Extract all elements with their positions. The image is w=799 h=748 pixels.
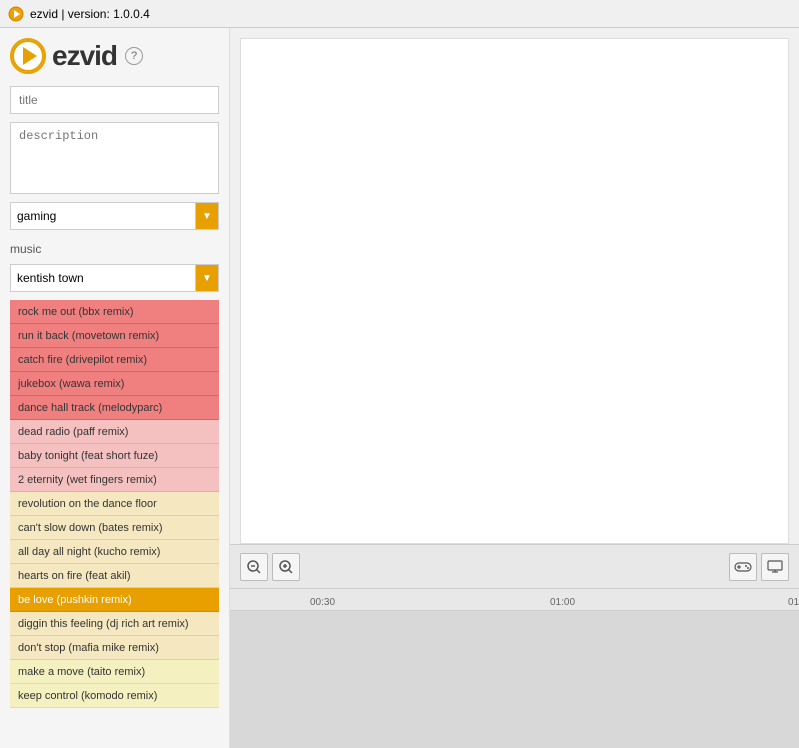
logo-icon [10,38,46,74]
zoom-in-icon [279,560,293,574]
timeline-content [230,611,799,748]
track-item[interactable]: revolution on the dance floor [10,492,219,516]
track-item[interactable]: make a move (taito remix) [10,660,219,684]
track-list: rock me out (bbx remix)run it back (move… [10,300,219,738]
app-container: ezvid ? gaming ▼ music kentish town ▼ ro… [0,28,799,748]
track-item[interactable]: be love (pushkin remix) [10,588,219,612]
music-dropdown-arrow[interactable]: ▼ [195,264,219,292]
category-container: gaming ▼ [10,202,219,230]
timeline-mark-3: 01:30 [788,597,799,608]
toolbar [230,544,799,588]
track-item[interactable]: baby tonight (feat short fuze) [10,444,219,468]
app-icon [8,6,24,22]
preview-area [240,38,789,544]
category-select[interactable]: gaming [10,202,195,230]
monitor-button[interactable] [761,553,789,581]
titlebar-text: ezvid | version: 1.0.0.4 [30,7,150,21]
timeline-ruler: 00:30 01:00 01:30 [230,589,799,611]
category-dropdown-arrow[interactable]: ▼ [195,202,219,230]
track-item[interactable]: rock me out (bbx remix) [10,300,219,324]
track-item[interactable]: don't stop (mafia mike remix) [10,636,219,660]
track-item[interactable]: all day all night (kucho remix) [10,540,219,564]
track-item[interactable]: can't slow down (bates remix) [10,516,219,540]
track-item[interactable]: catch fire (drivepilot remix) [10,348,219,372]
zoom-out-icon [247,560,261,574]
track-item[interactable]: run it back (movetown remix) [10,324,219,348]
logo-area: ezvid ? [10,38,219,74]
timeline-mark-2: 01:00 [550,597,575,608]
help-button[interactable]: ? [125,47,143,65]
zoom-out-button[interactable] [240,553,268,581]
track-item[interactable]: keep control (komodo remix) [10,684,219,708]
gamepad-button[interactable] [729,553,757,581]
description-input[interactable] [10,122,219,194]
timeline-mark-1: 00:30 [310,597,335,608]
track-item[interactable]: dead radio (paff remix) [10,420,219,444]
toolbar-right [729,553,789,581]
titlebar: ezvid | version: 1.0.0.4 [0,0,799,28]
left-panel: ezvid ? gaming ▼ music kentish town ▼ ro… [0,28,230,748]
zoom-in-button[interactable] [272,553,300,581]
track-item[interactable]: 2 eternity (wet fingers remix) [10,468,219,492]
timeline-area: 00:30 01:00 01:30 [230,588,799,748]
monitor-icon [767,560,783,574]
title-input[interactable] [10,86,219,114]
right-panel: 00:30 01:00 01:30 [230,28,799,748]
track-list-container: rock me out (bbx remix)run it back (move… [10,300,219,738]
music-container: kentish town ▼ [10,264,219,292]
track-item[interactable]: dance hall track (melodyparc) [10,396,219,420]
track-item[interactable]: hearts on fire (feat akil) [10,564,219,588]
logo-text: ezvid [52,40,117,72]
track-item[interactable]: diggin this feeling (dj rich art remix) [10,612,219,636]
music-select-display[interactable]: kentish town [10,264,195,292]
track-item[interactable]: jukebox (wawa remix) [10,372,219,396]
gamepad-icon [734,561,752,573]
music-label: music [10,242,219,256]
